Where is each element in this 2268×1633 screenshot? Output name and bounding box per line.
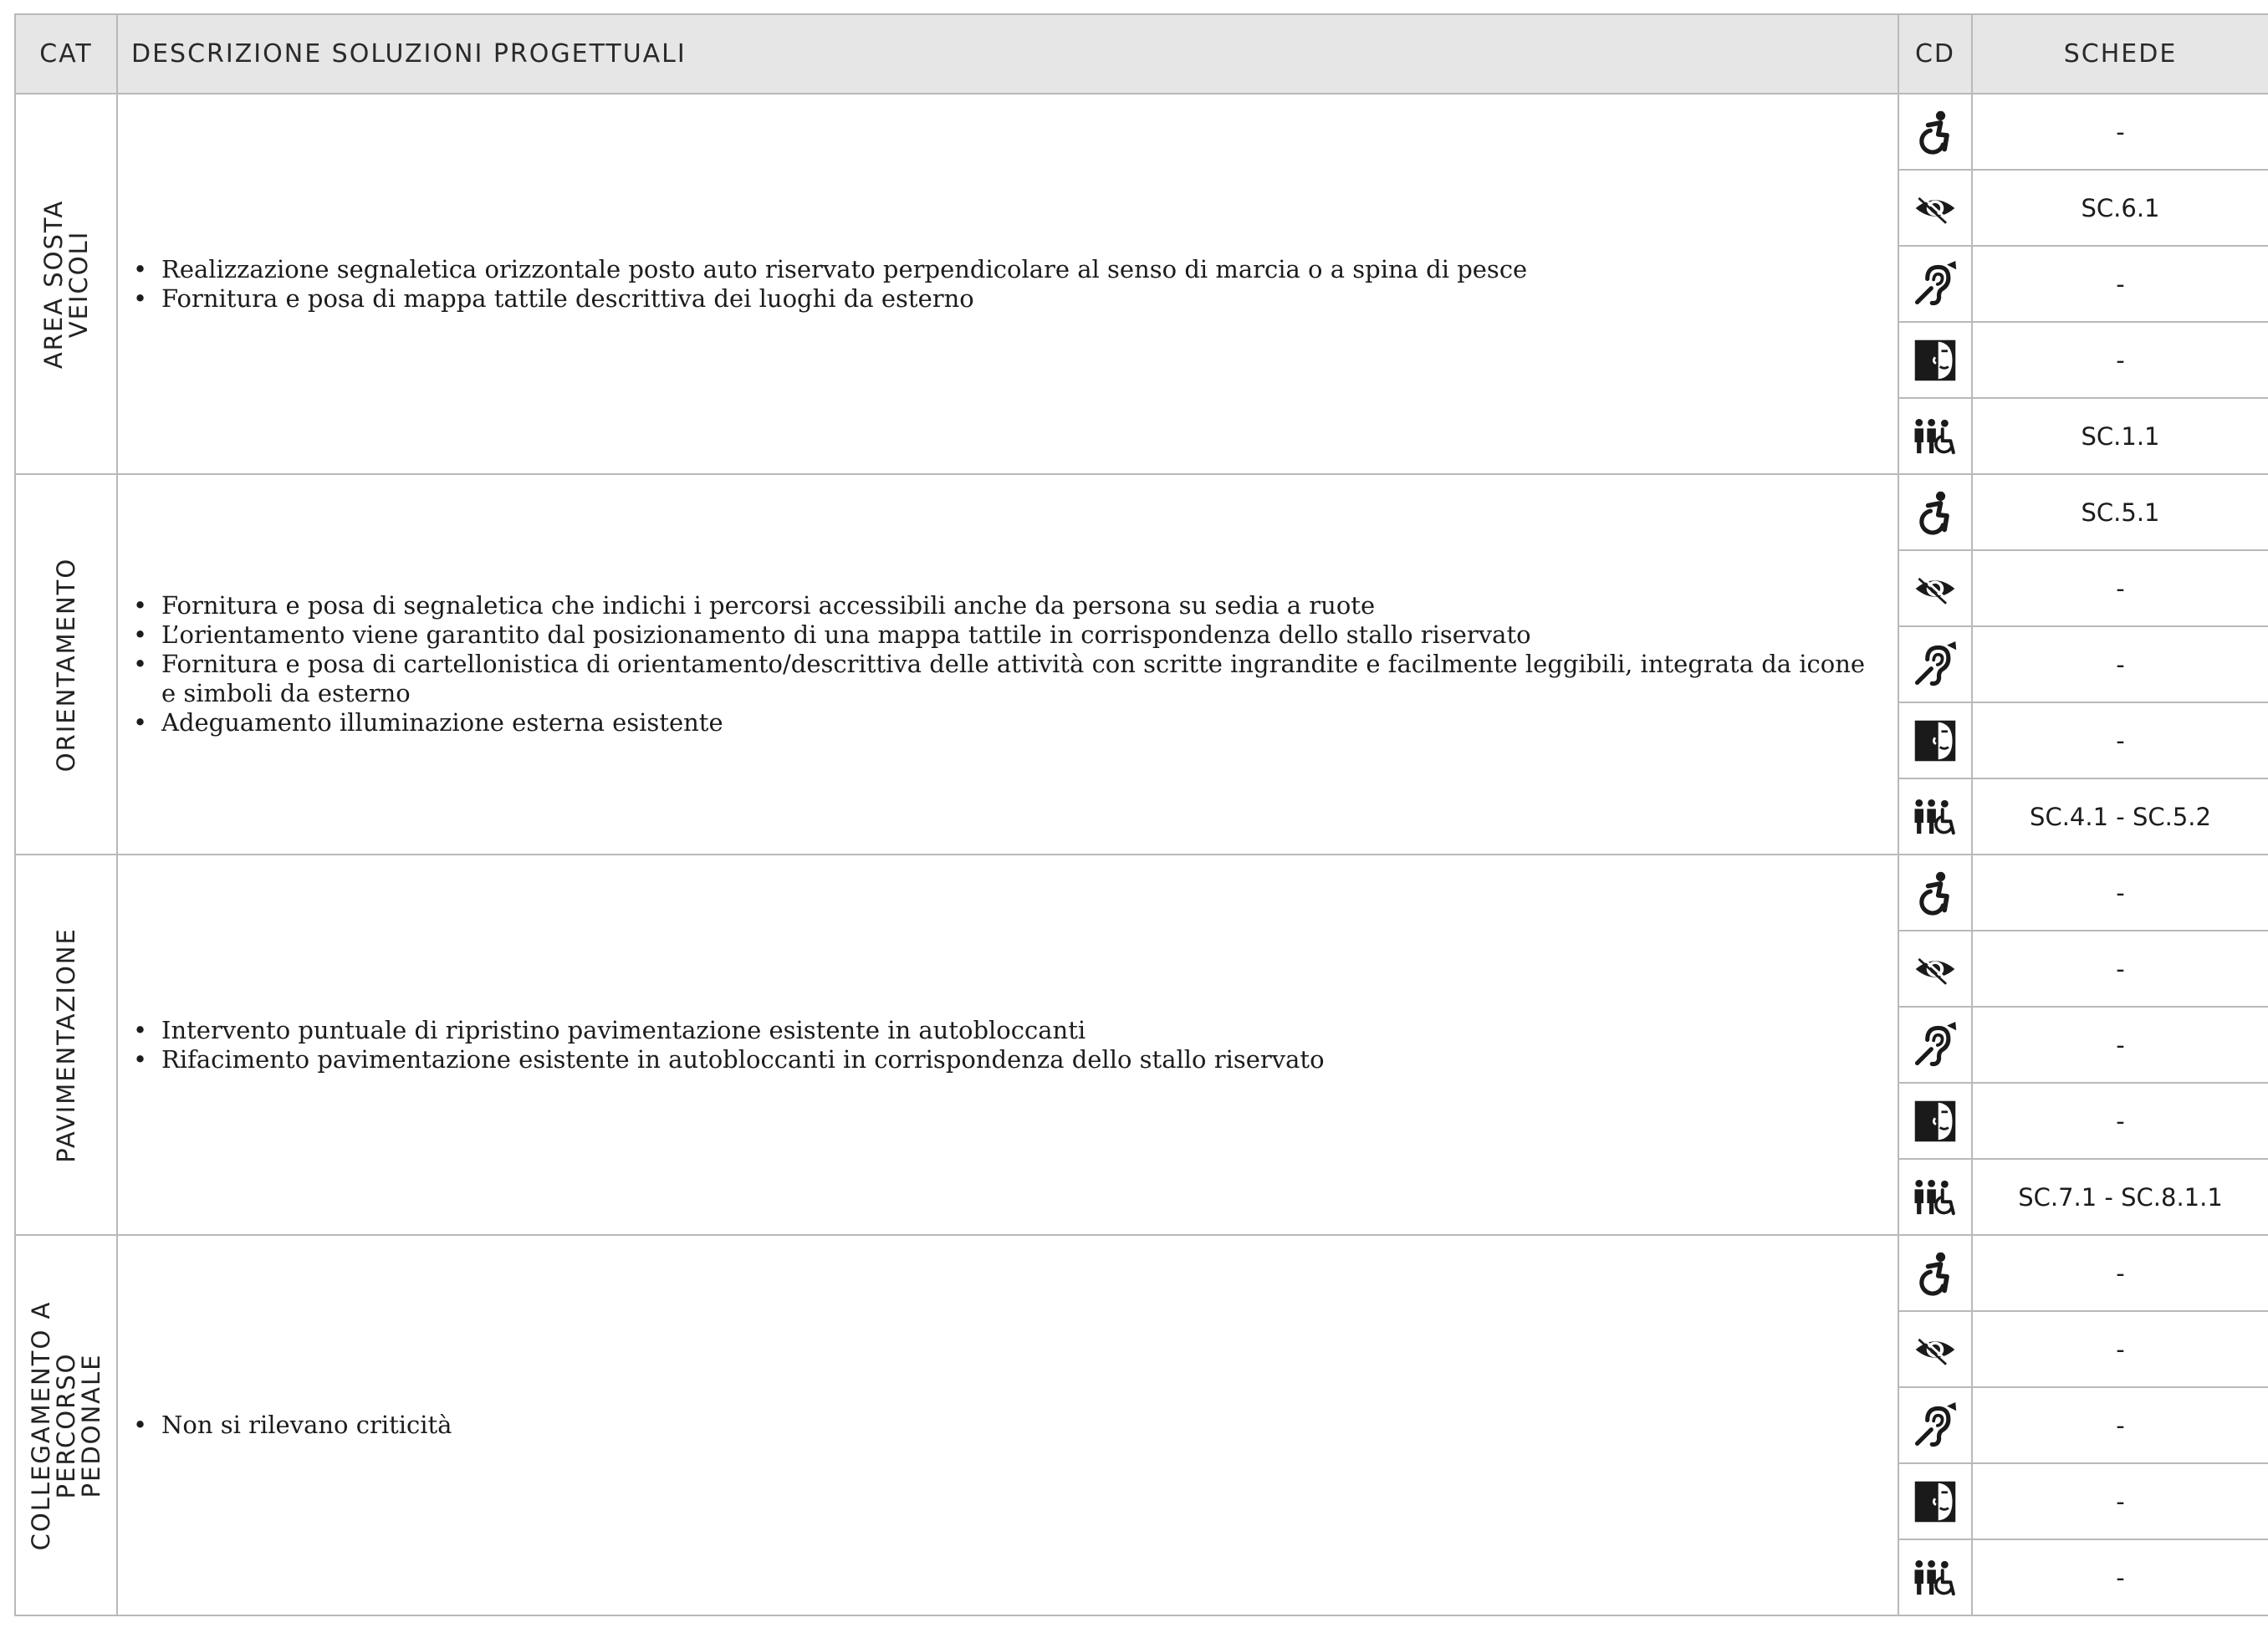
- disability-category-cell: [1898, 1386, 1973, 1464]
- disability-category-cell: [1898, 1310, 1973, 1388]
- category-label: AREA SOSTA VEICOLI: [39, 199, 93, 369]
- wheelchair-icon: [1899, 1250, 1971, 1297]
- scheda-cell: -: [1971, 1462, 2268, 1540]
- solution-item: Adeguamento illuminazione esterna esiste…: [130, 708, 1882, 737]
- header-cat: CAT: [14, 13, 118, 94]
- disability-category-cell: [1898, 1158, 1973, 1236]
- ear-icon: [1899, 1401, 1971, 1449]
- scheda-cell: -: [1971, 854, 2268, 931]
- solution-item: Fornitura e posa di segnaletica che indi…: [130, 591, 1882, 620]
- table-body: AREA SOSTA VEICOLI Realizzazione segnalet…: [14, 93, 2268, 1616]
- disability-category-cell: [1898, 778, 1973, 855]
- description-cell: Fornitura e posa di segnaletica che indi…: [116, 473, 1899, 855]
- table-row: AREA SOSTA VEICOLI Realizzazione segnalet…: [14, 93, 2268, 475]
- disability-category-cell: [1898, 930, 1973, 1008]
- people-icon: [1899, 413, 1971, 460]
- disability-category-cell: [1898, 321, 1973, 399]
- disability-category-cell: [1898, 854, 1973, 931]
- solution-item: Intervento puntuale di ripristino pavime…: [130, 1016, 1882, 1045]
- disability-category-cell: [1898, 625, 1973, 703]
- header-cd: CD: [1898, 13, 1973, 94]
- disability-category-cell: [1898, 397, 1973, 475]
- ear-icon: [1899, 640, 1971, 688]
- table-row: ORIENTAMENTO Fornitura e posa di segnalet…: [14, 473, 2268, 855]
- scheda-cell: SC.5.1: [1971, 473, 2268, 551]
- scheda-cell: SC.1.1: [1971, 397, 2268, 475]
- scheda-cell: -: [1971, 321, 2268, 399]
- solution-item: Fornitura e posa di cartellonistica di o…: [130, 650, 1882, 708]
- category-label: ORIENTAMENTO: [52, 557, 80, 772]
- solution-item: Rifacimento pavimentazione esistente in …: [130, 1045, 1882, 1074]
- wheelchair-icon: [1899, 109, 1971, 156]
- solution-list: Intervento puntuale di ripristino pavime…: [130, 1016, 1882, 1074]
- disability-category-cell: [1898, 1006, 1973, 1084]
- scheda-cell: -: [1971, 1234, 2268, 1312]
- scheda-cell: -: [1971, 930, 2268, 1008]
- scheda-cell: SC.7.1 - SC.8.1.1: [1971, 1158, 2268, 1236]
- category-label: PAVIMENTAZIONE: [52, 926, 80, 1163]
- people-icon: [1899, 1554, 1971, 1601]
- solution-item: Realizzazione segnaletica orizzontale po…: [130, 255, 1882, 284]
- category-cell: ORIENTAMENTO: [14, 473, 118, 855]
- people-icon: [1899, 1174, 1971, 1221]
- scheda-cell: SC.6.1: [1971, 169, 2268, 247]
- solution-item: Non si rilevano criticità: [130, 1411, 1882, 1440]
- header-description: DESCRIZIONE SOLUZIONI PROGETTUALI: [116, 13, 1899, 94]
- design-solutions-table: CAT DESCRIZIONE SOLUZIONI PROGETTUALI CD…: [14, 13, 2268, 1616]
- disability-category-cell: [1898, 169, 1973, 247]
- disability-category-cell: [1898, 93, 1973, 171]
- scheda-cell: -: [1971, 245, 2268, 323]
- scheda-cell: -: [1971, 625, 2268, 703]
- solution-list: Non si rilevano criticità: [130, 1411, 1882, 1440]
- table-header-row: CAT DESCRIZIONE SOLUZIONI PROGETTUALI CD…: [14, 13, 2268, 94]
- description-cell: Intervento puntuale di ripristino pavime…: [116, 854, 1899, 1236]
- disability-category-cell: [1898, 245, 1973, 323]
- face-icon: [1899, 717, 1971, 764]
- eye-icon: [1899, 946, 1971, 993]
- wheelchair-icon: [1899, 489, 1971, 536]
- scheda-cell: -: [1971, 549, 2268, 627]
- face-icon: [1899, 337, 1971, 384]
- table-row: PAVIMENTAZIONE Intervento puntuale di rip…: [14, 854, 2268, 1236]
- eye-icon: [1899, 185, 1971, 232]
- category-cell: AREA SOSTA VEICOLI: [14, 93, 118, 475]
- disability-category-cell: [1898, 549, 1973, 627]
- disability-category-cell: [1898, 473, 1973, 551]
- scheda-cell: -: [1971, 1310, 2268, 1388]
- ear-icon: [1899, 260, 1971, 308]
- table-row: COLLEGAMENTO A PERCORSO PEDONALE Non si r…: [14, 1234, 2268, 1616]
- scheda-cell: -: [1971, 1386, 2268, 1464]
- disability-category-cell: [1898, 1082, 1973, 1160]
- scheda-cell: -: [1971, 1006, 2268, 1084]
- solution-list: Realizzazione segnaletica orizzontale po…: [130, 255, 1882, 314]
- ear-icon: [1899, 1021, 1971, 1069]
- description-cell: Non si rilevano criticità: [116, 1234, 1899, 1616]
- scheda-cell: -: [1971, 1082, 2268, 1160]
- face-icon: [1899, 1098, 1971, 1145]
- disability-category-cell: [1898, 1462, 1973, 1540]
- scheda-cell: SC.4.1 - SC.5.2: [1971, 778, 2268, 855]
- scheda-cell: -: [1971, 702, 2268, 779]
- wheelchair-icon: [1899, 870, 1971, 916]
- solution-item: Fornitura e posa di mappa tattile descri…: [130, 284, 1882, 314]
- disability-category-cell: [1898, 702, 1973, 779]
- category-cell: PAVIMENTAZIONE: [14, 854, 118, 1236]
- people-icon: [1899, 794, 1971, 840]
- solution-list: Fornitura e posa di segnaletica che indi…: [130, 591, 1882, 737]
- scheda-cell: -: [1971, 93, 2268, 171]
- category-label: COLLEGAMENTO A PERCORSO PEDONALE: [27, 1300, 105, 1550]
- accessibility-table-sheet: CAT DESCRIZIONE SOLUZIONI PROGETTUALI CD…: [14, 13, 2268, 1616]
- eye-icon: [1899, 1326, 1971, 1373]
- eye-icon: [1899, 565, 1971, 612]
- disability-category-cell: [1898, 1539, 1973, 1616]
- category-cell: COLLEGAMENTO A PERCORSO PEDONALE: [14, 1234, 118, 1616]
- disability-category-cell: [1898, 1234, 1973, 1312]
- scheda-cell: -: [1971, 1539, 2268, 1616]
- description-cell: Realizzazione segnaletica orizzontale po…: [116, 93, 1899, 475]
- header-schede: SCHEDE: [1971, 13, 2268, 94]
- face-icon: [1899, 1478, 1971, 1525]
- solution-item: L’orientamento viene garantito dal posiz…: [130, 620, 1882, 650]
